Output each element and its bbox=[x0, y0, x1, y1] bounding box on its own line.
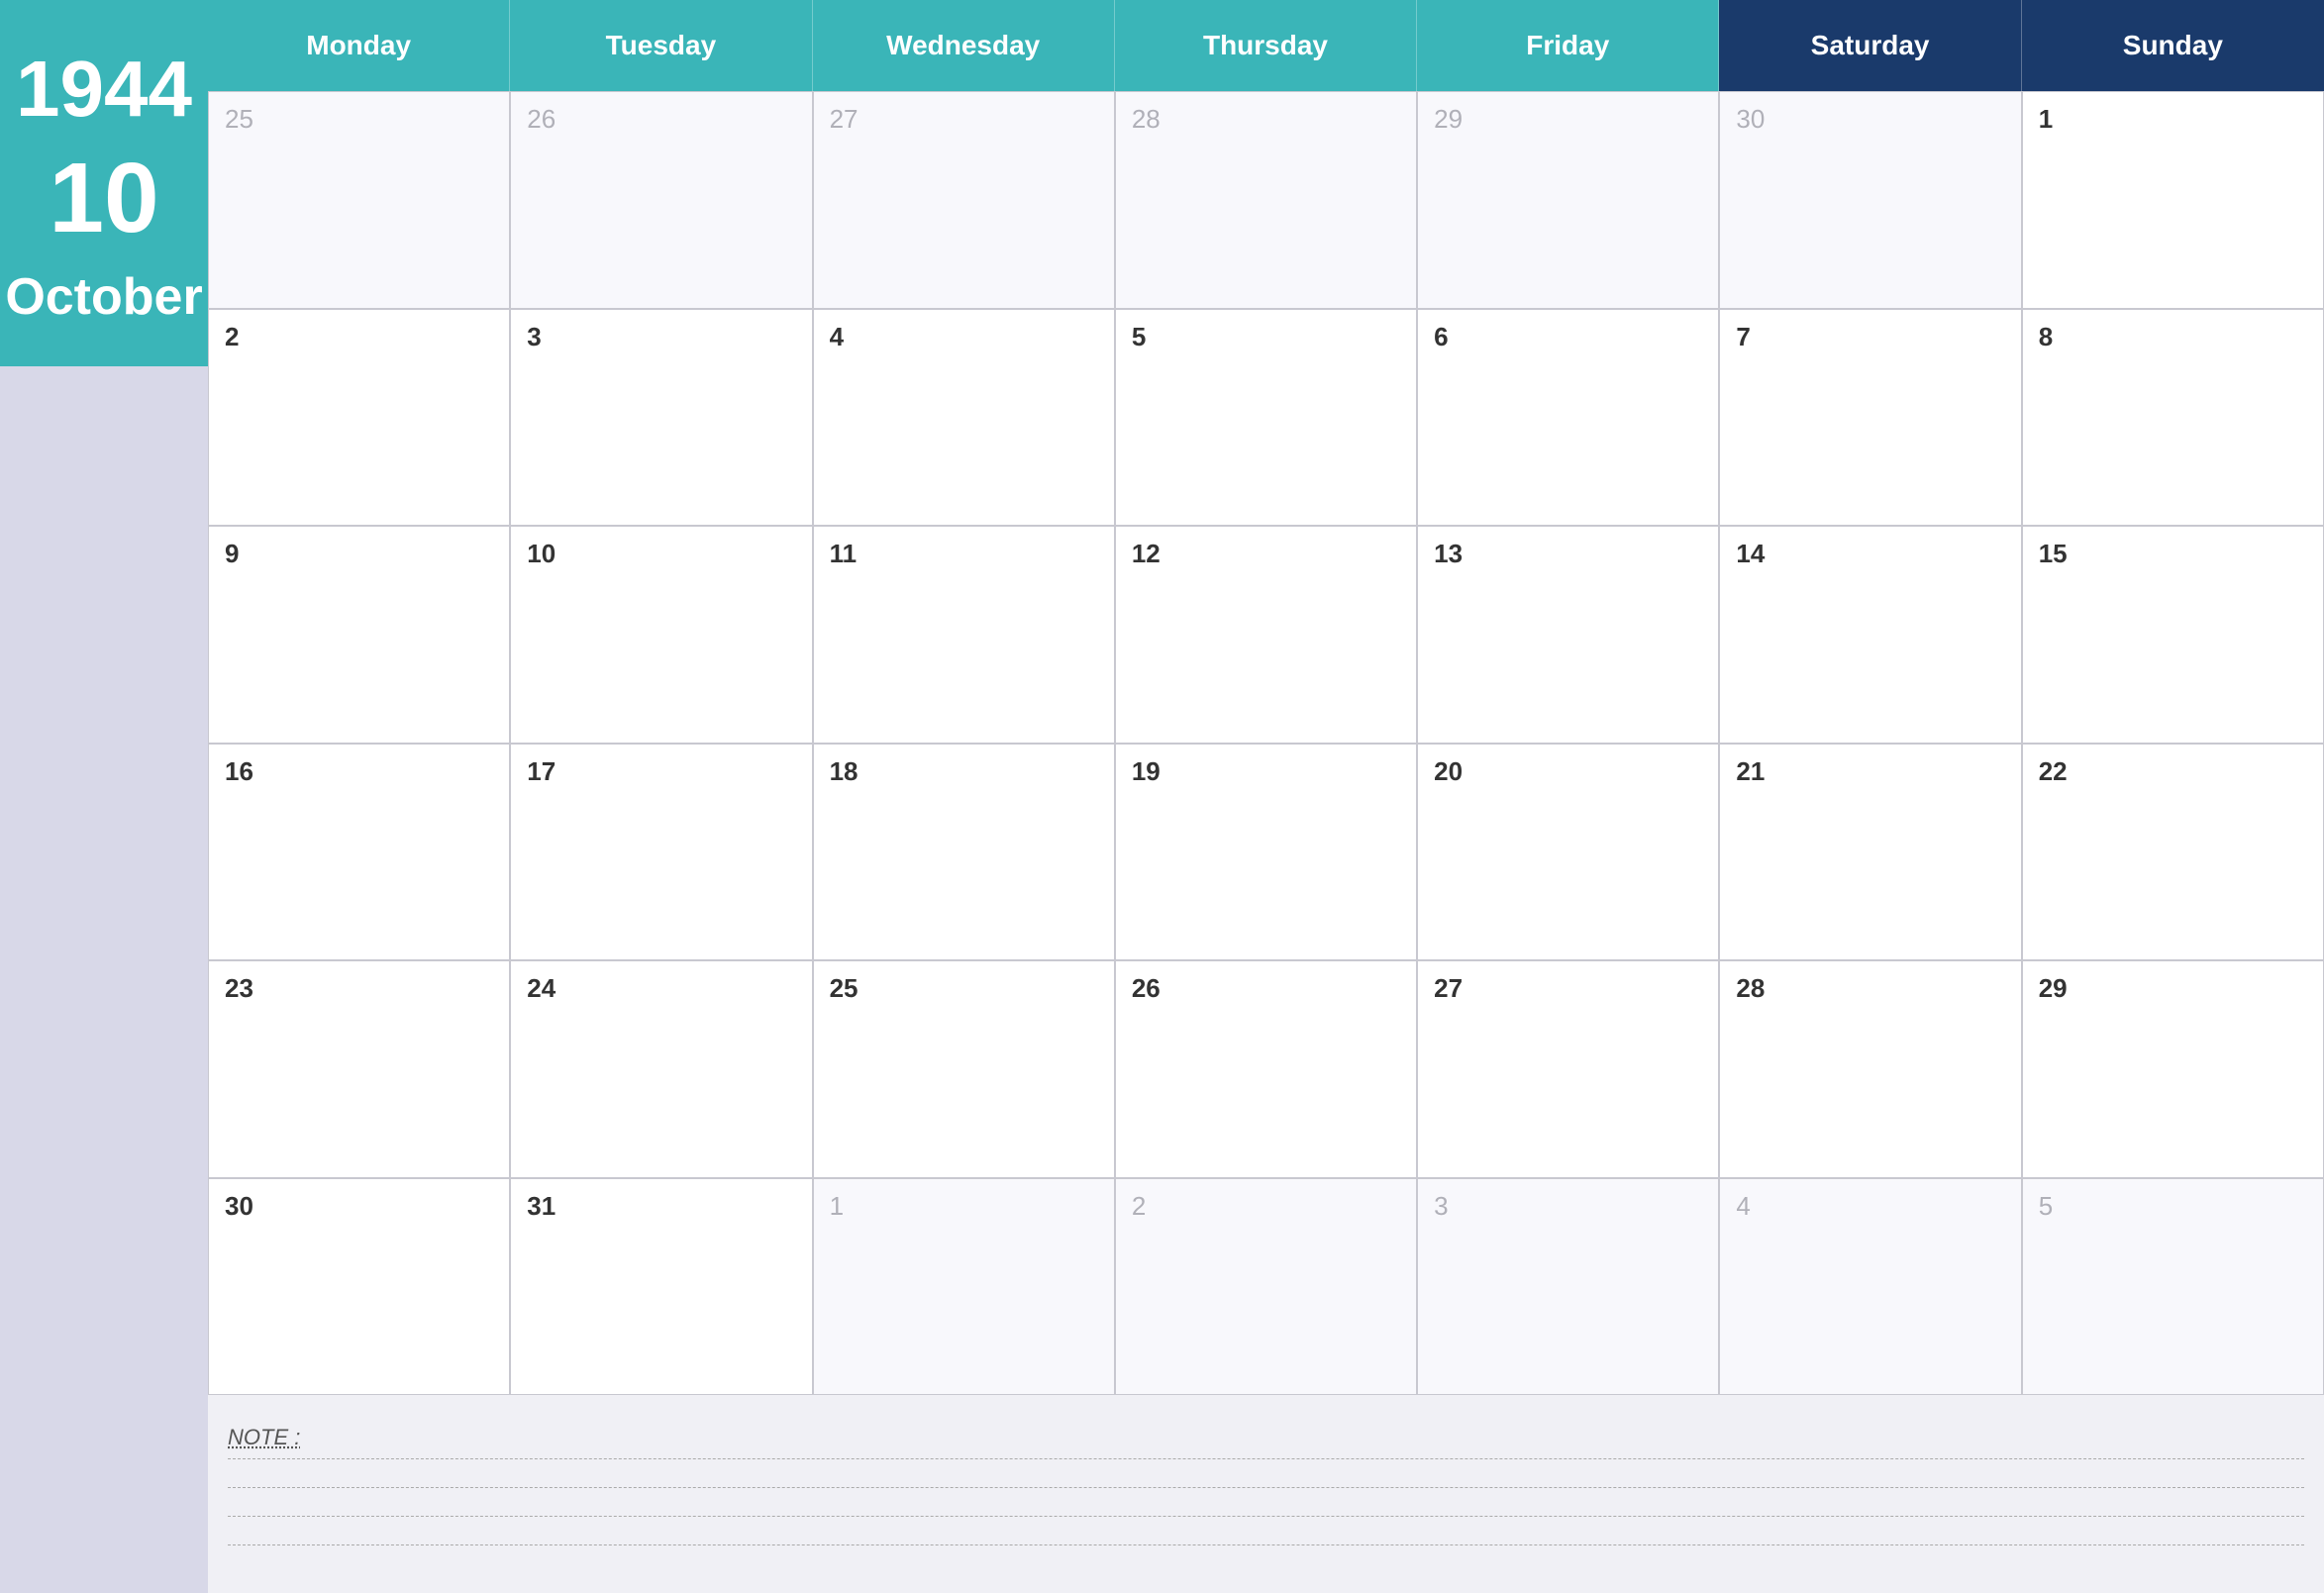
sidebar-month-name: October bbox=[5, 267, 202, 327]
header-monday: Monday bbox=[208, 0, 510, 91]
day-cell: 3 bbox=[1417, 1178, 1719, 1396]
note-line-1 bbox=[228, 1458, 2304, 1459]
day-cell: 30 bbox=[1719, 91, 2021, 309]
day-cell: 3 bbox=[510, 309, 812, 527]
calendar-grid: 25 26 27 28 29 30 1 2 3 4 5 6 7 8 9 10 1… bbox=[208, 91, 2324, 1395]
day-cell: 12 bbox=[1115, 526, 1417, 744]
header-thursday: Thursday bbox=[1115, 0, 1417, 91]
day-cell: 31 bbox=[510, 1178, 812, 1396]
day-cell: 20 bbox=[1417, 744, 1719, 961]
day-cell: 27 bbox=[813, 91, 1115, 309]
day-cell: 5 bbox=[2022, 1178, 2324, 1396]
sidebar-bottom bbox=[0, 366, 208, 1593]
day-cell: 16 bbox=[208, 744, 510, 961]
day-cell: 6 bbox=[1417, 309, 1719, 527]
day-cell: 4 bbox=[813, 309, 1115, 527]
header-wednesday: Wednesday bbox=[813, 0, 1115, 91]
day-cell: 2 bbox=[208, 309, 510, 527]
day-cell: 11 bbox=[813, 526, 1115, 744]
day-cell: 28 bbox=[1719, 960, 2021, 1178]
sidebar: 1944 10 October bbox=[0, 0, 208, 1593]
day-cell: 26 bbox=[1115, 960, 1417, 1178]
calendar-wrapper: 1944 10 October Monday Tuesday Wednesday… bbox=[0, 0, 2324, 1593]
day-cell: 25 bbox=[208, 91, 510, 309]
sidebar-year: 1944 bbox=[16, 50, 192, 129]
day-cell: 26 bbox=[510, 91, 812, 309]
day-cell: 29 bbox=[2022, 960, 2324, 1178]
sidebar-top: 1944 10 October bbox=[0, 0, 208, 366]
day-cell: 24 bbox=[510, 960, 812, 1178]
day-cell: 15 bbox=[2022, 526, 2324, 744]
day-cell: 25 bbox=[813, 960, 1115, 1178]
day-cell: 30 bbox=[208, 1178, 510, 1396]
day-cell: 5 bbox=[1115, 309, 1417, 527]
header-sunday: Sunday bbox=[2022, 0, 2324, 91]
day-cell: 22 bbox=[2022, 744, 2324, 961]
note-line-4 bbox=[228, 1544, 2304, 1545]
note-line-2 bbox=[228, 1487, 2304, 1488]
day-cell: 10 bbox=[510, 526, 812, 744]
day-cell: 19 bbox=[1115, 744, 1417, 961]
day-cell: 27 bbox=[1417, 960, 1719, 1178]
day-cell: 4 bbox=[1719, 1178, 2021, 1396]
day-cell: 8 bbox=[2022, 309, 2324, 527]
sidebar-month-num: 10 bbox=[49, 149, 158, 248]
header-tuesday: Tuesday bbox=[510, 0, 812, 91]
day-cell: 2 bbox=[1115, 1178, 1417, 1396]
note-line-3 bbox=[228, 1516, 2304, 1517]
header-friday: Friday bbox=[1417, 0, 1719, 91]
header-saturday: Saturday bbox=[1719, 0, 2021, 91]
day-cell: 9 bbox=[208, 526, 510, 744]
day-cell: 18 bbox=[813, 744, 1115, 961]
day-cell: 7 bbox=[1719, 309, 2021, 527]
day-cell: 21 bbox=[1719, 744, 2021, 961]
day-cell: 17 bbox=[510, 744, 812, 961]
day-cell: 29 bbox=[1417, 91, 1719, 309]
day-cell: 1 bbox=[813, 1178, 1115, 1396]
day-cell: 23 bbox=[208, 960, 510, 1178]
day-cell: 28 bbox=[1115, 91, 1417, 309]
note-label: NOTE : bbox=[228, 1425, 2304, 1450]
calendar-main: Monday Tuesday Wednesday Thursday Friday… bbox=[208, 0, 2324, 1593]
day-cell: 13 bbox=[1417, 526, 1719, 744]
notes-section: NOTE : bbox=[208, 1395, 2324, 1593]
day-cell: 14 bbox=[1719, 526, 2021, 744]
calendar-header: Monday Tuesday Wednesday Thursday Friday… bbox=[208, 0, 2324, 91]
day-cell: 1 bbox=[2022, 91, 2324, 309]
